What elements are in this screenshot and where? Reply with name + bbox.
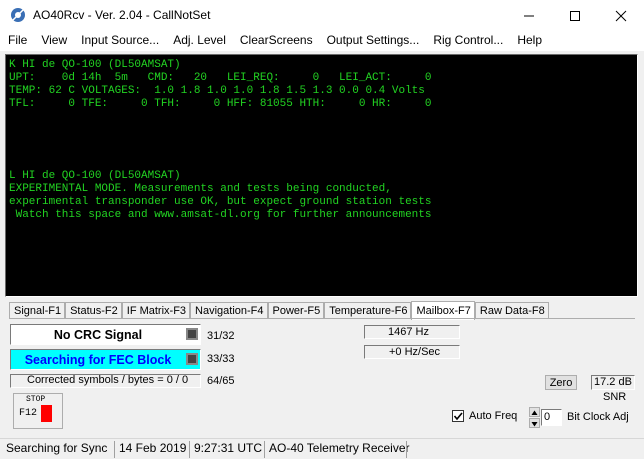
title-bar: AO40Rcv - Ver. 2.04 - CallNotSet: [0, 0, 644, 31]
stop-red-indicator: [41, 405, 52, 422]
terminal-line: experimental transponder use OK, but exp…: [9, 196, 432, 208]
fec-indicator: [186, 353, 198, 365]
tab-divider: [9, 318, 635, 319]
tab-status[interactable]: Status-F2: [65, 302, 122, 319]
tab-power[interactable]: Power-F5: [267, 302, 325, 319]
spin-down-icon: [531, 422, 538, 427]
tab-raw-data[interactable]: Raw Data-F8: [474, 302, 549, 319]
fec-count: 33/33: [207, 353, 235, 365]
menu-input-source[interactable]: Input Source...: [73, 31, 165, 51]
menu-clear-screens[interactable]: ClearScreens: [232, 31, 319, 51]
auto-freq-checkbox[interactable]: [452, 410, 464, 422]
status-time: 9:27:31 UTC: [189, 441, 262, 458]
bit-clock-down-button[interactable]: [529, 418, 540, 428]
zero-button[interactable]: Zero: [545, 375, 577, 390]
stop-label: STOP: [26, 395, 46, 404]
close-icon: [615, 10, 627, 21]
terminal-line: EXPERIMENTAL MODE. Measurements and test…: [9, 183, 392, 195]
bit-clock-up-button[interactable]: [529, 407, 540, 417]
terminal-line: UPT: 0d 14h 5m CMD: 20 LEI_REQ: 0 LEI_AC…: [9, 72, 432, 84]
drift-readout: +0 Hz/Sec: [389, 346, 441, 358]
bit-clock-input[interactable]: 0: [541, 409, 562, 426]
menu-help[interactable]: Help: [509, 31, 548, 51]
fec-status-label: Searching for FEC Block: [24, 353, 172, 367]
satellite-app-icon: [10, 7, 26, 23]
menu-view[interactable]: View: [33, 31, 73, 51]
tab-if-matrix[interactable]: IF Matrix-F3: [121, 302, 191, 319]
menu-bar: File View Input Source... Adj. Level Cle…: [0, 31, 644, 51]
menu-rig-control[interactable]: Rig Control...: [425, 31, 509, 51]
status-bar: Searching for Sync 14 Feb 2019 9:27:31 U…: [0, 438, 644, 459]
bit-clock-label: Bit Clock Adj: [567, 411, 629, 423]
minimize-icon: [524, 15, 534, 16]
bit-clock-value: 0: [544, 411, 551, 423]
status-sync: Searching for Sync: [6, 441, 108, 455]
snr-value: 17.2 dB: [594, 376, 632, 388]
snr-label: SNR: [603, 391, 627, 403]
close-button[interactable]: [598, 0, 644, 31]
terminal-line: K HI de QO-100 (DL50AMSAT): [9, 59, 181, 71]
window-title: AO40Rcv - Ver. 2.04 - CallNotSet: [33, 8, 211, 22]
maximize-button[interactable]: [552, 0, 598, 31]
checkmark-icon: [453, 412, 463, 421]
terminal-line: TFL: 0 TFE: 0 TFH: 0 HFF: 81055 HTH: 0 H…: [9, 98, 432, 110]
terminal-line: TEMP: 62 C VOLTAGES: 1.0 1.8 1.0 1.0 1.8…: [9, 85, 425, 97]
crc-indicator: [186, 328, 198, 340]
maximize-icon: [570, 10, 580, 21]
auto-freq-label: Auto Freq: [469, 410, 518, 422]
stop-button[interactable]: STOP F12: [13, 393, 63, 429]
tab-navigation[interactable]: Navigation-F4: [190, 302, 268, 319]
crc-count: 31/32: [207, 330, 235, 342]
f12-label: F12: [19, 408, 38, 419]
tab-temperature[interactable]: Temperature-F6: [324, 302, 412, 319]
mailbox-terminal[interactable]: K HI de QO-100 (DL50AMSAT) UPT: 0d 14h 5…: [5, 54, 638, 297]
menu-file[interactable]: File: [0, 31, 33, 51]
crc-status-label: No CRC Signal: [53, 328, 143, 342]
corrected-count: 64/65: [207, 375, 235, 387]
freq-readout: 1467 Hz: [388, 326, 429, 338]
status-app-name: AO-40 Telemetry Receiver: [264, 441, 410, 458]
status-empty: [406, 441, 642, 458]
corrected-label: Corrected symbols / bytes = 0 / 0: [27, 374, 189, 386]
terminal-line: Watch this space and www.amsat-dl.org fo…: [9, 209, 432, 221]
menu-adj-level[interactable]: Adj. Level: [165, 31, 232, 51]
spin-up-icon: [531, 410, 538, 415]
tab-signal[interactable]: Signal-F1: [9, 302, 66, 319]
menu-output-settings[interactable]: Output Settings...: [319, 31, 426, 51]
terminal-line: L HI de QO-100 (DL50AMSAT): [9, 170, 181, 182]
minimize-button[interactable]: [506, 0, 552, 31]
tab-strip: Signal-F1 Status-F2 IF Matrix-F3 Navigat…: [9, 301, 549, 320]
status-date: 14 Feb 2019: [114, 441, 186, 458]
